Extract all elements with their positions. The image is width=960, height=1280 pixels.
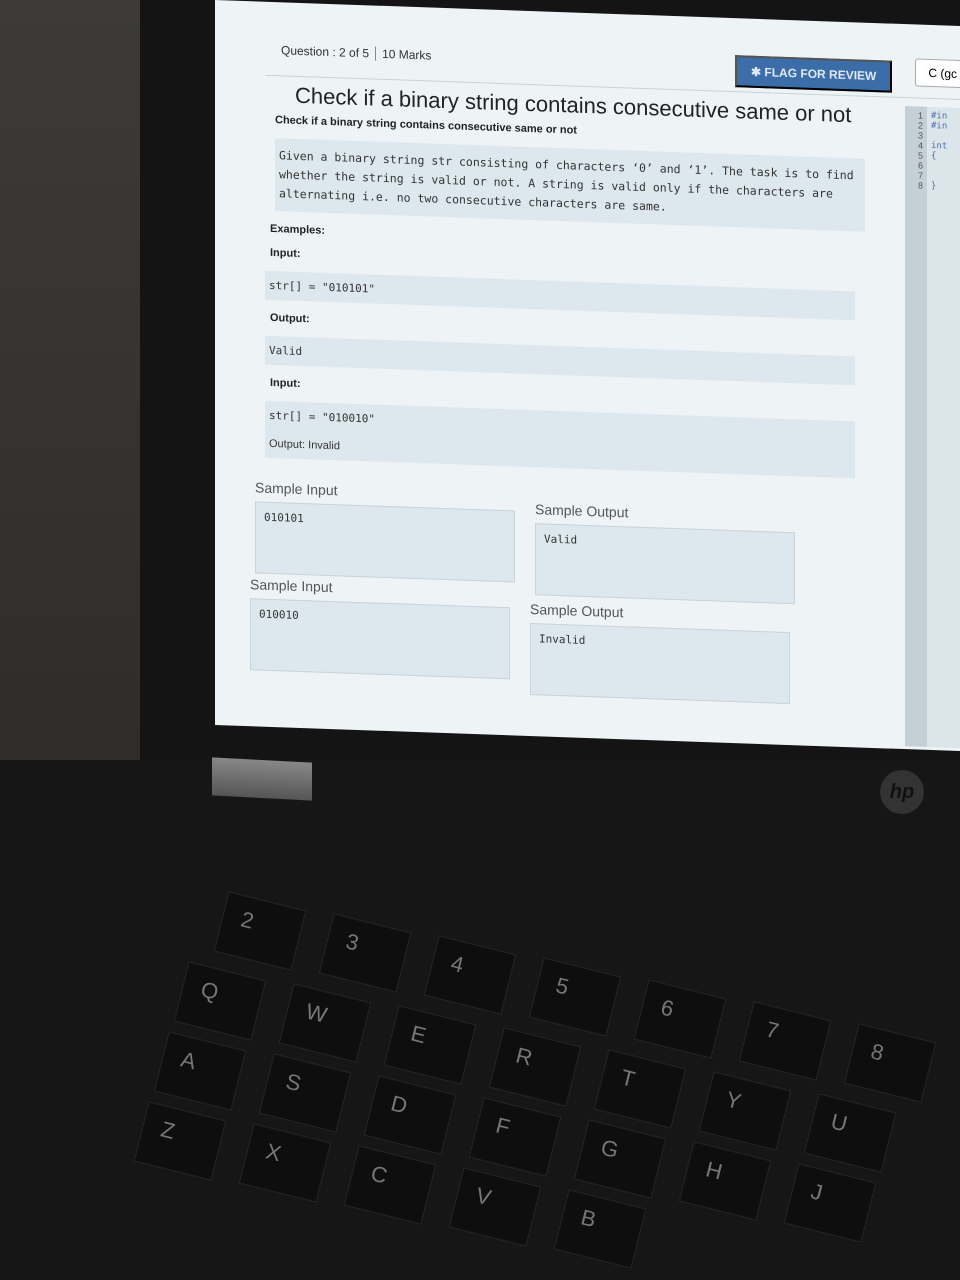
key-z: Z: [133, 1101, 227, 1181]
key-r: R: [488, 1027, 582, 1107]
pin-icon: ✱: [751, 64, 765, 80]
sample-input-box: 010101: [255, 501, 515, 583]
background-wall: [0, 0, 150, 760]
key-v: V: [448, 1167, 542, 1247]
sample-output-title: Sample Output: [535, 501, 629, 521]
laptop-hinge: [212, 757, 312, 801]
hp-logo: hp: [880, 770, 924, 814]
laptop-keyboard: 2345678 QWERTYU ASDFGHJ ZXCVB: [0, 760, 960, 1280]
key-6: 6: [633, 979, 727, 1059]
key-3: 3: [318, 913, 412, 993]
key-f: F: [468, 1097, 562, 1177]
key-y: Y: [698, 1071, 792, 1151]
flag-label: FLAG FOR REVIEW: [764, 65, 877, 84]
language-select[interactable]: C (gc: [915, 58, 960, 89]
laptop-screen: Question : 2 of 5 10 Marks ✱ FLAG FOR REV…: [215, 0, 960, 752]
key-h: H: [678, 1141, 772, 1221]
sample-input-box: 010010: [250, 598, 510, 680]
code-editor[interactable]: 1 2 3 4 5 6 7 8 #in #in int { }: [905, 106, 960, 749]
key-s: S: [258, 1053, 352, 1133]
key-t: T: [593, 1049, 687, 1129]
sample-input-1: Sample Input 010101: [255, 479, 515, 583]
key-2: 2: [213, 891, 307, 971]
key-5: 5: [528, 957, 622, 1037]
example-input-2-text: str[] = "010010": [269, 408, 375, 426]
example-input-2: str[] = "010010" Output: Invalid: [265, 400, 855, 479]
key-d: D: [363, 1075, 457, 1155]
key-7: 7: [738, 1001, 832, 1081]
sample-output-box: Valid: [535, 523, 795, 605]
key-8: 8: [843, 1023, 937, 1103]
key-g: G: [573, 1119, 667, 1199]
sample-output-1: Sample Output Valid: [535, 501, 795, 605]
key-x: X: [238, 1123, 332, 1203]
key-a: A: [153, 1031, 247, 1111]
sample-input-title: Sample Input: [255, 479, 338, 499]
flag-for-review-button[interactable]: ✱ FLAG FOR REVIEW: [735, 55, 893, 93]
key-j: J: [783, 1163, 877, 1243]
example-output-1: Valid: [265, 335, 855, 386]
question-number: Question : 2 of 5: [281, 42, 370, 60]
example-output-2: Output: Invalid: [269, 437, 340, 453]
problem-panel: Check if a binary string contains consec…: [250, 81, 870, 479]
editor-code[interactable]: #in #in int { }: [931, 111, 947, 192]
problem-description: Given a binary string str consisting of …: [275, 138, 865, 232]
sample-output-box: Invalid: [530, 623, 790, 705]
key-u: U: [803, 1093, 897, 1173]
sample-input-2: Sample Input 010010: [250, 576, 510, 680]
example-input-1: str[] = "010101": [265, 270, 855, 321]
question-info: Question : 2 of 5 10 Marks: [265, 42, 431, 62]
key-4: 4: [423, 935, 517, 1015]
key-e: E: [383, 1005, 477, 1085]
sample-output-title: Sample Output: [530, 601, 624, 621]
key-w: W: [278, 983, 372, 1063]
key-c: C: [343, 1145, 437, 1225]
key-q: Q: [173, 961, 267, 1041]
question-marks: 10 Marks: [382, 46, 432, 63]
key-b: B: [553, 1189, 647, 1269]
sample-output-2: Sample Output Invalid: [530, 601, 790, 705]
line-numbers: 1 2 3 4 5 6 7 8: [905, 106, 927, 747]
